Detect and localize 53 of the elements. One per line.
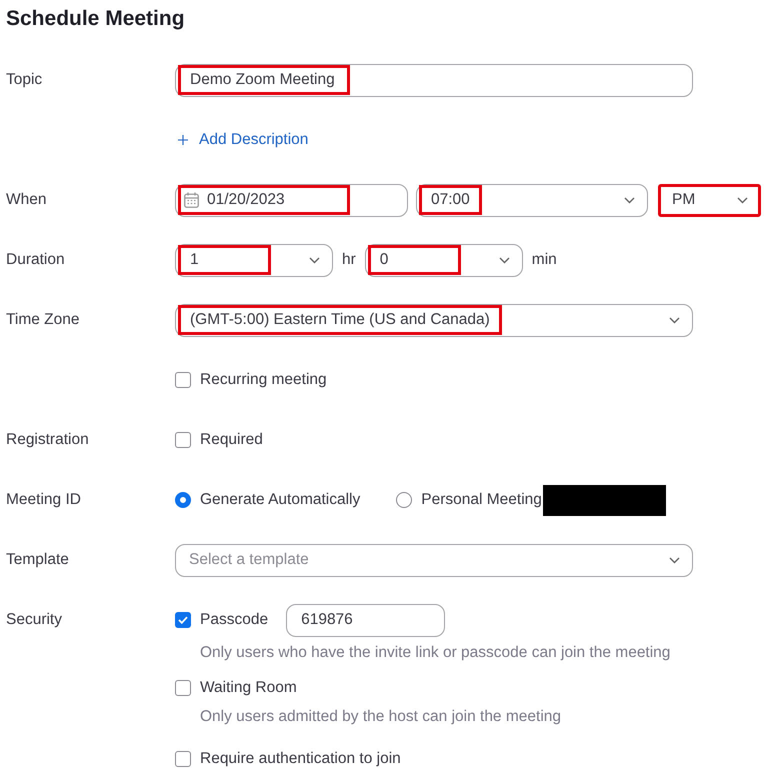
hint-text: Only users admitted by the host can join the meeting [200, 708, 562, 726]
field-label: Template [6, 551, 69, 569]
checkbox[interactable] [175, 680, 191, 696]
page-title: Schedule Meeting [6, 6, 185, 32]
checkbox-label[interactable]: Passcode [200, 611, 268, 629]
field-value: 0 [368, 245, 461, 275]
hint-text: Only users who have the invite link or passcode can join the meeting [200, 644, 670, 662]
time-zone-select[interactable]: (GMT-5:00) Eastern Time (US and Canada) [175, 304, 693, 336]
minutes-select[interactable]: 0 [364, 244, 523, 276]
chevron-down-icon [309, 256, 320, 264]
field-label: Security [6, 611, 62, 629]
plus-icon [178, 135, 188, 145]
checkbox[interactable] [175, 432, 191, 448]
passcode-input[interactable]: 619876 [286, 604, 446, 636]
chevron-down-icon [737, 196, 748, 204]
chevron-down-icon [624, 196, 635, 204]
field-value: PM [671, 190, 696, 210]
topic-input[interactable]: Demo Zoom Meeting [175, 64, 693, 96]
radio-label[interactable]: Personal Meeting [421, 491, 542, 509]
unit-label: min [532, 251, 557, 269]
checkbox-label[interactable]: Recurring meeting [200, 371, 327, 389]
field-placeholder: Select a template [188, 551, 309, 569]
field-label: Registration [6, 431, 89, 449]
add-description-link[interactable]: Add Description [178, 131, 308, 149]
chevron-down-icon [498, 256, 510, 264]
field-value: Demo Zoom Meeting [178, 65, 350, 95]
hours-select[interactable]: 1 [175, 244, 333, 276]
field-label: When [6, 191, 46, 209]
field-label: Meeting ID [6, 491, 81, 509]
check-icon [178, 616, 188, 624]
chevron-down-icon [669, 556, 680, 564]
date-input[interactable]: 01/20/2023 [175, 184, 408, 216]
checkbox[interactable] [175, 612, 191, 628]
checkbox[interactable] [175, 751, 191, 767]
checkbox[interactable] [175, 372, 191, 388]
checkbox-label[interactable]: Required [200, 431, 263, 449]
time-select[interactable]: 07:00 [416, 184, 648, 216]
chevron-down-icon [669, 316, 680, 324]
unit-label: hr [342, 251, 356, 269]
checkbox-label[interactable]: Waiting Room [200, 679, 297, 697]
field-value: 1 [178, 245, 271, 275]
calendar-icon [184, 192, 199, 208]
field-value: 07:00 [419, 185, 482, 215]
period-select[interactable]: PM [658, 184, 761, 216]
field-value: 01/20/2023 [207, 191, 285, 209]
radio-label[interactable]: Generate Automatically [200, 491, 360, 509]
field-label: Duration [6, 251, 65, 269]
radio-button[interactable] [396, 492, 412, 508]
radio-button[interactable] [175, 492, 191, 508]
field-value: (GMT-5:00) Eastern Time (US and Canada) [178, 305, 502, 335]
checkbox-label[interactable]: Require authentication to join [200, 750, 401, 768]
field-label: Time Zone [6, 311, 80, 329]
field-label: Topic [6, 71, 42, 89]
